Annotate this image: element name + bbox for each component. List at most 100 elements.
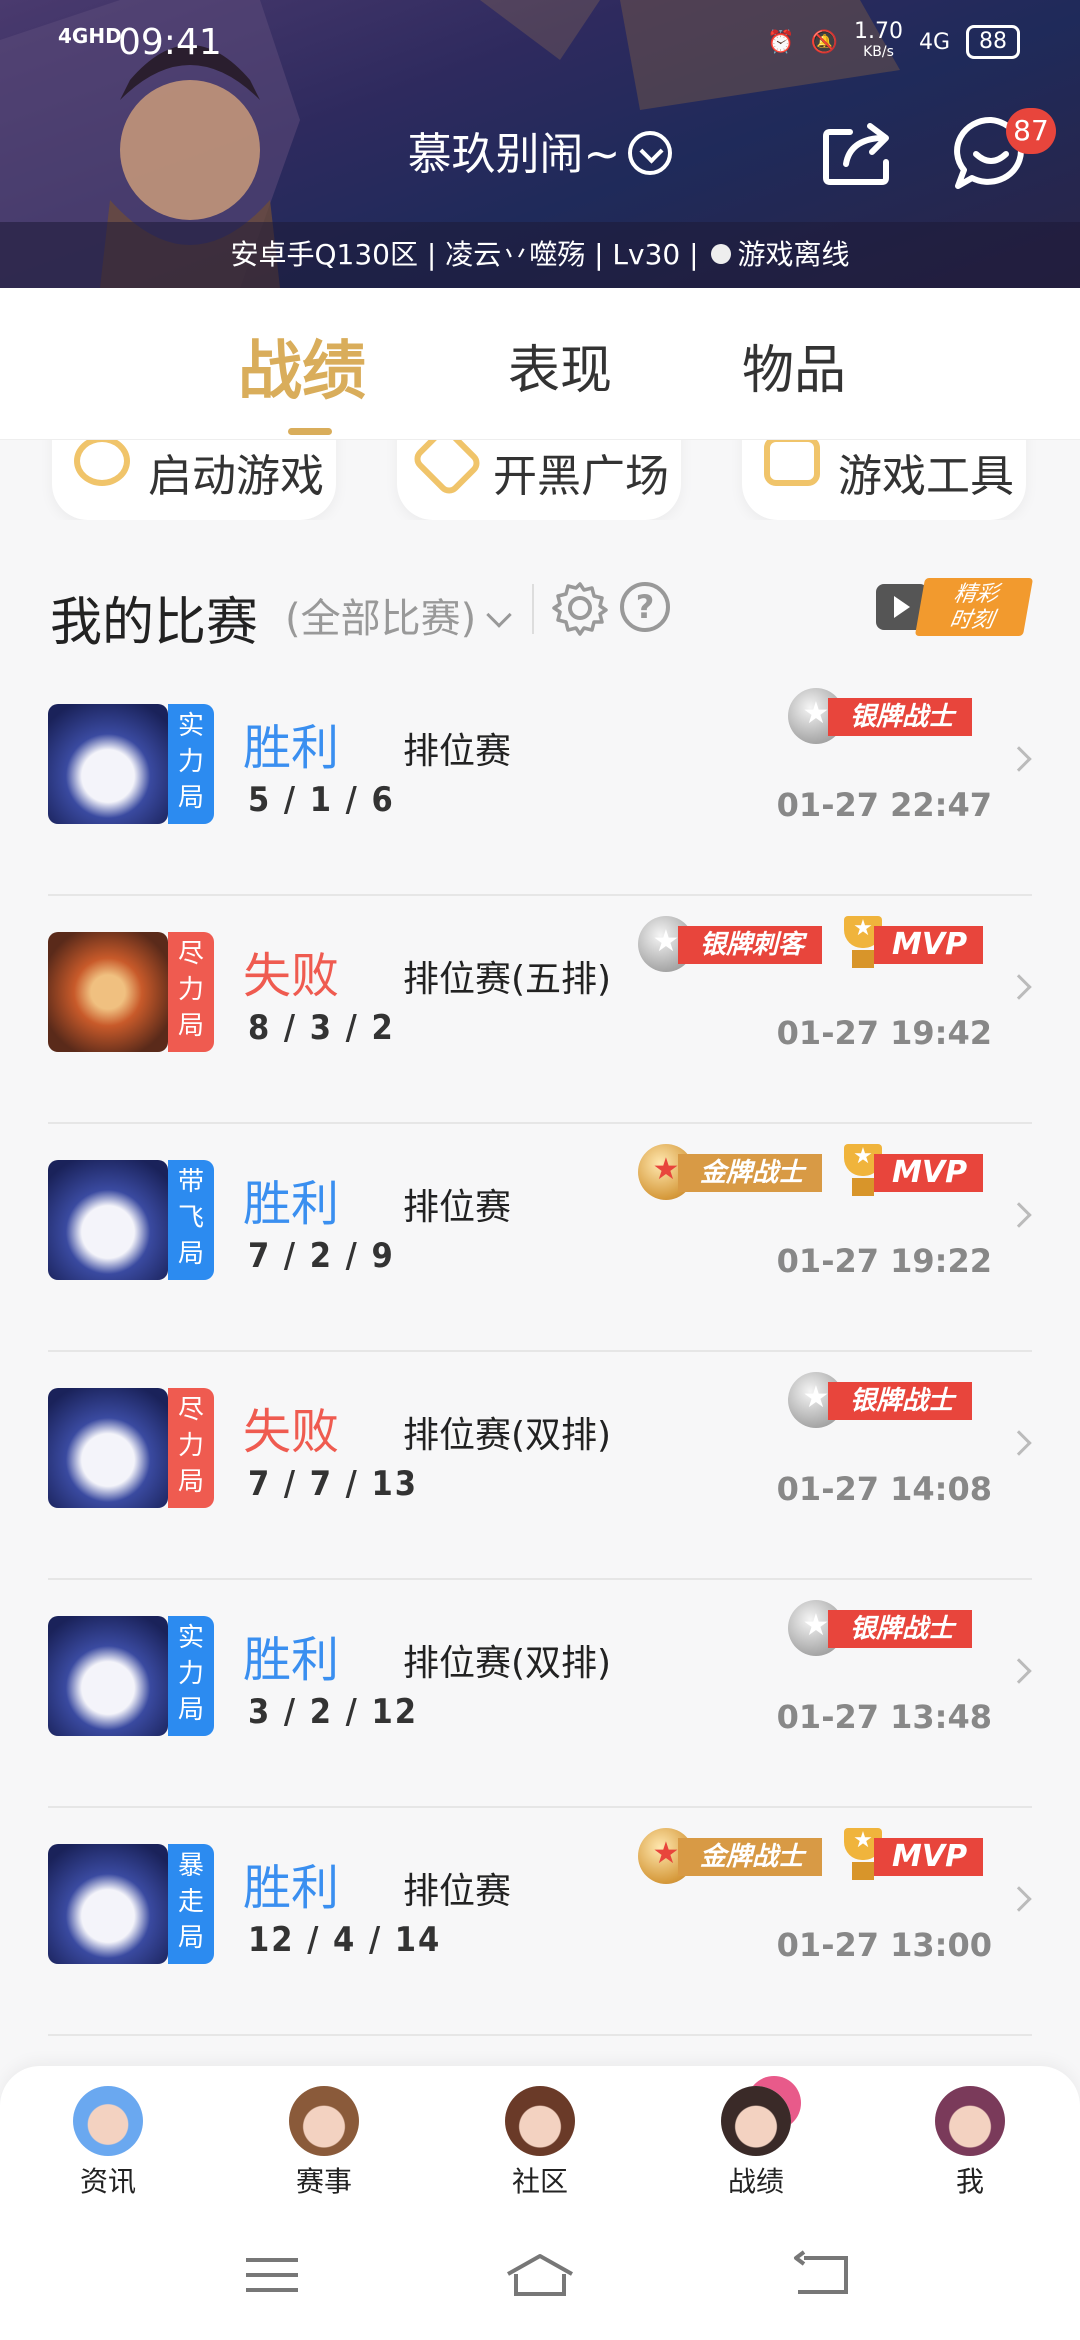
chevron-right-icon xyxy=(1006,1886,1032,1912)
match-filter-dropdown[interactable]: (全部比赛) xyxy=(285,586,512,644)
nav-item-me[interactable]: 我 xyxy=(900,2086,1040,2200)
alarm-icon: ⏰ xyxy=(767,29,795,55)
medal-label: 金牌战士 xyxy=(678,1838,823,1876)
mode-tag: 暴走局 xyxy=(168,1844,214,1964)
match-type: 排位赛(双排) xyxy=(403,1415,612,1456)
system-navigation-bar xyxy=(0,2210,1080,2340)
match-result: 胜利 xyxy=(243,1632,340,1688)
community-avatar-icon xyxy=(505,2086,575,2156)
menu-icon[interactable] xyxy=(232,2250,312,2300)
help-icon[interactable]: ? xyxy=(620,582,670,632)
nav-label: 资讯 xyxy=(79,2165,136,2198)
chevron-right-icon xyxy=(1006,1430,1032,1456)
medal-label: 银牌战士 xyxy=(828,1382,973,1420)
hero-avatar xyxy=(48,1844,168,1964)
kda: 5 / 1 / 6 xyxy=(248,780,395,820)
active-tab-indicator xyxy=(288,428,332,435)
share-icon[interactable] xyxy=(820,118,896,188)
player-name: 慕玖别闹~ xyxy=(407,129,621,180)
quick-card-label: 游戏工具 xyxy=(838,451,1014,502)
match-row[interactable]: 尽力局 失败 排位赛(双排) 7 / 7 / 13 银牌战士 01-27 14:… xyxy=(48,1352,1032,1580)
mvp-label: MVP xyxy=(874,926,984,964)
tab-items[interactable]: 物品 xyxy=(742,328,846,403)
nav-item-community[interactable]: 社区 xyxy=(470,2086,610,2200)
highlight-label: 精彩 时刻 xyxy=(914,578,1034,636)
events-avatar-icon xyxy=(289,2086,359,2156)
match-time: 01-27 22:47 xyxy=(776,786,992,824)
nav-item-news[interactable]: 资讯 xyxy=(38,2086,178,2200)
nav-item-record[interactable]: 战绩 xyxy=(686,2086,826,2200)
medal-label: 银牌刺客 xyxy=(678,926,823,964)
hero-avatar xyxy=(48,932,168,1052)
highlight-moments-button[interactable]: 精彩 时刻 xyxy=(876,578,1034,636)
status-time: 09:41 xyxy=(118,22,222,63)
match-type: 排位赛(五排) xyxy=(403,959,612,1000)
hero-avatar xyxy=(48,704,168,824)
chevron-right-icon xyxy=(1006,1202,1032,1228)
match-result: 胜利 xyxy=(243,720,340,776)
game-status: 游戏离线 xyxy=(737,238,850,271)
tab-record[interactable]: 战绩 xyxy=(238,320,366,412)
game-tools-icon xyxy=(764,440,820,486)
kda: 12 / 4 / 14 xyxy=(248,1920,442,1960)
me-avatar-icon xyxy=(935,2086,1005,2156)
chevron-down-icon xyxy=(628,131,673,175)
match-row[interactable]: 实力局 胜利 排位赛(双排) 3 / 2 / 12 银牌战士 01-27 13:… xyxy=(48,1580,1032,1808)
chevron-right-icon xyxy=(1006,746,1032,772)
player-name-selector[interactable]: 慕玖别闹~ xyxy=(0,118,1080,182)
home-icon[interactable] xyxy=(500,2250,580,2300)
divider xyxy=(532,584,534,634)
record-avatar-icon xyxy=(721,2086,791,2156)
nav-item-events[interactable]: 赛事 xyxy=(254,2086,394,2200)
quick-card-label: 开黑广场 xyxy=(493,451,669,502)
hero-avatar xyxy=(48,1616,168,1736)
launch-game-card[interactable]: 启动游戏 xyxy=(52,440,336,520)
medal-label: 银牌战士 xyxy=(828,698,973,736)
gear-icon[interactable] xyxy=(552,580,608,636)
status-bar: 4GHD 09:41 ⏰ 🔕 1.70 KB/s 4G 88 xyxy=(0,18,1080,68)
match-row[interactable]: 实力局 胜利 排位赛 5 / 1 / 6 银牌战士 01-27 22:47 xyxy=(48,668,1032,896)
team-up-icon xyxy=(409,440,485,499)
match-row[interactable]: 尽力局 失败 排位赛(五排) 8 / 3 / 2 银牌刺客 MVP 01-27 … xyxy=(48,896,1032,1124)
back-icon[interactable] xyxy=(784,2250,864,2300)
quick-actions: 启动游戏 开黑广场 游戏工具 xyxy=(0,440,1080,520)
profile-header: 4GHD 09:41 ⏰ 🔕 1.70 KB/s 4G 88 慕玖别闹~ 87 … xyxy=(0,0,1080,288)
chevron-right-icon xyxy=(1006,1658,1032,1684)
signal-icon: 4GHD xyxy=(58,24,122,48)
match-time: 01-27 13:48 xyxy=(776,1698,992,1736)
match-result: 失败 xyxy=(243,1404,340,1460)
medal-label: 银牌战士 xyxy=(828,1610,973,1648)
mode-tag: 尽力局 xyxy=(168,932,214,1052)
match-row[interactable]: 暴走局 胜利 排位赛 12 / 4 / 14 金牌战士 MVP 01-27 13… xyxy=(48,1808,1032,2036)
launch-game-icon xyxy=(74,440,130,486)
kda: 7 / 7 / 13 xyxy=(248,1464,419,1504)
network-speed: 1.70 KB/s xyxy=(853,19,903,61)
game-tools-card[interactable]: 游戏工具 xyxy=(742,440,1026,520)
match-result: 失败 xyxy=(243,948,340,1004)
profile-tabs: 战绩 表现 物品 xyxy=(0,288,1080,440)
player-info-bar: 安卓手Q130区 | 凌云丷噬殇 | Lv30 | 游戏离线 xyxy=(0,222,1080,288)
match-time: 01-27 19:22 xyxy=(776,1242,992,1280)
kda: 8 / 3 / 2 xyxy=(248,1008,395,1048)
mode-tag: 尽力局 xyxy=(168,1388,214,1508)
news-avatar-icon xyxy=(73,2086,143,2156)
chevron-down-icon xyxy=(486,602,512,628)
match-type: 排位赛 xyxy=(403,731,512,772)
mvp-label: MVP xyxy=(874,1154,984,1192)
nav-label: 我 xyxy=(955,2165,984,2198)
match-type: 排位赛 xyxy=(403,1187,512,1228)
tab-performance[interactable]: 表现 xyxy=(508,328,612,403)
hero-avatar xyxy=(48,1160,168,1280)
match-type: 排位赛 xyxy=(403,1871,512,1912)
mode-tag: 带飞局 xyxy=(168,1160,214,1280)
medal-label: 金牌战士 xyxy=(678,1154,823,1192)
quick-card-label: 启动游戏 xyxy=(148,451,324,502)
chevron-right-icon xyxy=(1006,974,1032,1000)
bottom-navigation: 资讯 赛事 社区 战绩 我 xyxy=(0,2066,1080,2210)
match-type: 排位赛(双排) xyxy=(403,1643,612,1684)
hero-avatar xyxy=(48,1388,168,1508)
match-row[interactable]: 带飞局 胜利 排位赛 7 / 2 / 9 金牌战士 MVP 01-27 19:2… xyxy=(48,1124,1032,1352)
team-up-card[interactable]: 开黑广场 xyxy=(397,440,681,520)
network-type: 4G xyxy=(918,29,950,55)
nav-label: 战绩 xyxy=(727,2165,784,2198)
